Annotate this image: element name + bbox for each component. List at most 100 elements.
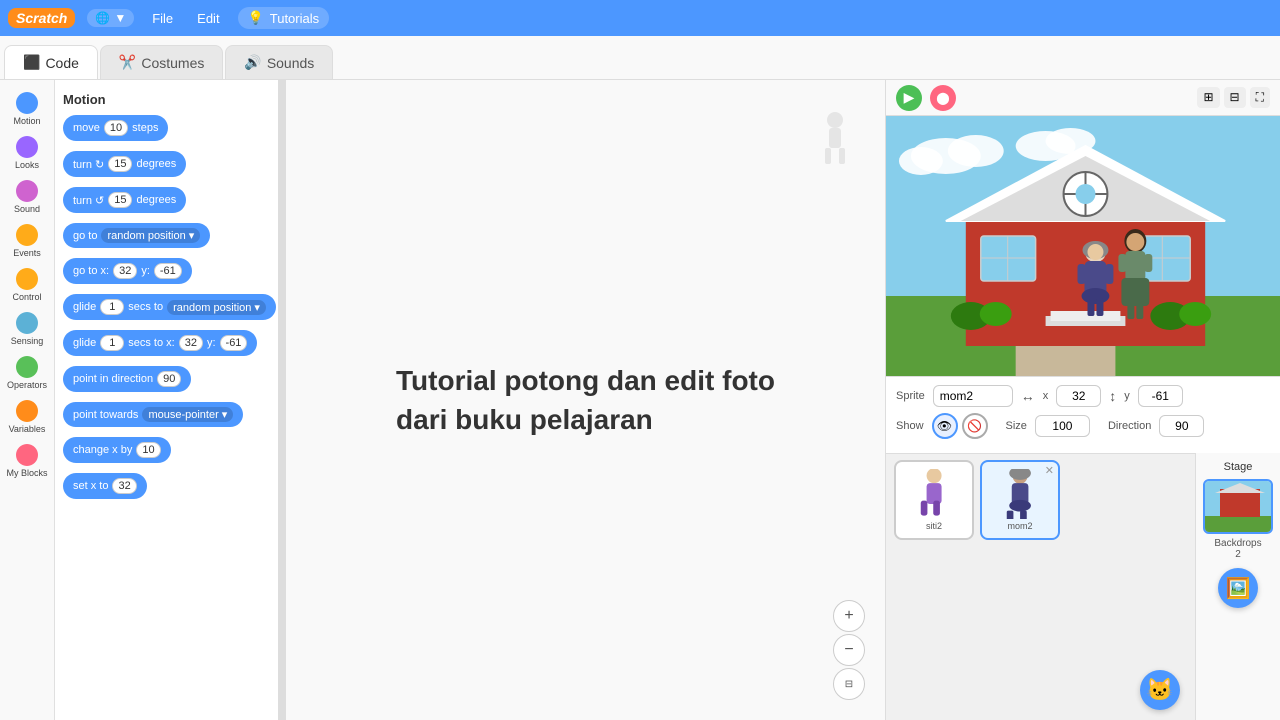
myblocks-label: My Blocks bbox=[6, 468, 47, 478]
tutorial-text: Tutorial potong dan edit foto dari buku … bbox=[376, 341, 795, 459]
block-set-x-value[interactable]: 32 bbox=[112, 478, 136, 494]
block-change-x-value[interactable]: 10 bbox=[136, 442, 160, 458]
script-area[interactable]: Tutorial potong dan edit foto dari buku … bbox=[286, 80, 885, 720]
block-glide-secs[interactable]: 1 bbox=[100, 299, 124, 315]
block-goto-x[interactable]: 32 bbox=[113, 263, 137, 279]
scratch-logo: Scratch bbox=[8, 8, 75, 28]
block-move-value[interactable]: 10 bbox=[104, 120, 128, 136]
x-input[interactable] bbox=[1056, 385, 1101, 407]
zoom-out-button[interactable]: − bbox=[833, 634, 865, 666]
block-point-direction[interactable]: point in direction 90 bbox=[63, 366, 191, 392]
size-label: Size bbox=[1006, 420, 1027, 432]
blocks-panel: Motion move 10 steps turn ↻ 15 degrees t… bbox=[55, 80, 280, 720]
stop-button[interactable]: ⬤ bbox=[930, 85, 956, 111]
small-stage-button[interactable]: ⊞ bbox=[1197, 87, 1219, 108]
y-input[interactable] bbox=[1138, 385, 1183, 407]
block-goto-xy[interactable]: go to x: 32 y: -61 bbox=[63, 258, 192, 284]
sidebar-item-control[interactable]: Control bbox=[1, 264, 53, 306]
sidebar-item-myblocks[interactable]: My Blocks bbox=[1, 440, 53, 482]
direction-input[interactable] bbox=[1159, 415, 1204, 437]
control-circle bbox=[16, 268, 38, 290]
sprite-name-siti2: siti2 bbox=[926, 521, 942, 531]
show-hidden-button[interactable]: 🚫 bbox=[962, 413, 988, 439]
show-visible-button[interactable]: 👁 bbox=[932, 413, 958, 439]
block-change-x[interactable]: change x by 10 bbox=[63, 437, 171, 463]
tab-code[interactable]: ⬛ Code bbox=[4, 45, 98, 79]
stage-preview bbox=[886, 116, 1280, 376]
sidebar-item-operators[interactable]: Operators bbox=[1, 352, 53, 394]
block-row-change-x: change x by 10 bbox=[63, 437, 270, 468]
add-sprite-icon: 🐱 bbox=[1146, 677, 1173, 703]
block-set-x[interactable]: set x to 32 bbox=[63, 473, 147, 499]
file-menu[interactable]: File bbox=[146, 9, 179, 28]
sound-label: Sound bbox=[14, 204, 40, 214]
zoom-fit-button[interactable]: ⊟ bbox=[833, 668, 865, 700]
tab-costumes[interactable]: ✂️ Costumes bbox=[100, 45, 223, 79]
myblocks-circle bbox=[16, 444, 38, 466]
backdrops-label: Backdrops bbox=[1214, 538, 1261, 549]
sidebar-item-variables[interactable]: Variables bbox=[1, 396, 53, 438]
control-label: Control bbox=[12, 292, 41, 302]
backdrop-thumbnail[interactable] bbox=[1203, 479, 1273, 534]
block-glide-random[interactable]: glide 1 secs to random position ▾ bbox=[63, 294, 276, 320]
tutorials-button[interactable]: 💡 Tutorials bbox=[238, 7, 330, 29]
block-goto-dropdown[interactable]: random position ▾ bbox=[101, 228, 200, 243]
block-glide-x[interactable]: 32 bbox=[179, 335, 203, 351]
add-sprite-button[interactable]: 🐱 bbox=[1140, 670, 1180, 710]
green-flag-button[interactable]: ▶ bbox=[896, 85, 922, 111]
block-goto-y[interactable]: -61 bbox=[154, 263, 182, 279]
sidebar-item-events[interactable]: Events bbox=[1, 220, 53, 262]
tutorial-line2: dari buku pelajaran bbox=[396, 400, 775, 439]
sprite-close-button[interactable]: ✕ bbox=[1045, 464, 1054, 477]
block-row-glide-random: glide 1 secs to random position ▾ bbox=[63, 294, 270, 325]
variables-label: Variables bbox=[9, 424, 46, 434]
edit-menu[interactable]: Edit bbox=[191, 9, 225, 28]
block-glide-xy[interactable]: glide 1 secs to x: 32 y: -61 bbox=[63, 330, 257, 356]
sprite-info-row-2: Show 👁 🚫 Size Direction bbox=[896, 413, 1270, 439]
sidebar-item-sound[interactable]: Sound bbox=[1, 176, 53, 218]
y-arrow-icon: ↕ bbox=[1109, 388, 1116, 404]
sprite-name-label: Sprite bbox=[896, 390, 925, 402]
block-goto-random[interactable]: go to random position ▾ bbox=[63, 223, 210, 248]
block-turn-cw[interactable]: turn ↻ 15 degrees bbox=[63, 151, 186, 177]
sound-circle bbox=[16, 180, 38, 202]
sprite-thumb-siti2[interactable]: siti2 bbox=[894, 460, 974, 540]
stage-area: ▶ ⬤ ⊞ ⊟ ⛶ bbox=[885, 80, 1280, 720]
fullscreen-button[interactable]: ⛶ bbox=[1250, 87, 1270, 108]
block-turn-ccw-value[interactable]: 15 bbox=[108, 192, 132, 208]
block-towards-dropdown[interactable]: mouse-pointer ▾ bbox=[142, 407, 233, 422]
code-tab-icon: ⬛ bbox=[23, 54, 40, 71]
globe-button[interactable]: 🌐 ▼ bbox=[87, 9, 134, 27]
block-glide-xy-secs[interactable]: 1 bbox=[100, 335, 124, 351]
tutorials-icon: 💡 bbox=[248, 10, 264, 26]
full-stage-button[interactable]: ⊟ bbox=[1224, 87, 1246, 108]
motion-circle bbox=[16, 92, 38, 114]
sprite-thumb-mom2[interactable]: ✕ mom2 bbox=[980, 460, 1060, 540]
block-glide-dropdown[interactable]: random position ▾ bbox=[167, 300, 266, 315]
categories-sidebar: Motion Looks Sound Events Control Sensin… bbox=[0, 80, 55, 720]
size-input[interactable] bbox=[1035, 415, 1090, 437]
sprite-ghost bbox=[815, 110, 855, 170]
sounds-tab-icon: 🔊 bbox=[244, 54, 261, 71]
sprite-name-input[interactable] bbox=[933, 385, 1013, 407]
block-glide-y[interactable]: -61 bbox=[220, 335, 248, 351]
globe-icon: 🌐 bbox=[95, 11, 110, 25]
sidebar-item-looks[interactable]: Looks bbox=[1, 132, 53, 174]
add-backdrop-button[interactable]: 🖼️ bbox=[1218, 568, 1258, 608]
tab-sounds[interactable]: 🔊 Sounds bbox=[225, 45, 333, 79]
sidebar-item-motion[interactable]: Motion bbox=[1, 88, 53, 130]
block-turn-ccw[interactable]: turn ↺ 15 degrees bbox=[63, 187, 186, 213]
zoom-in-button[interactable]: + bbox=[833, 600, 865, 632]
block-point-towards[interactable]: point towards mouse-pointer ▾ bbox=[63, 402, 243, 427]
sidebar-item-sensing[interactable]: Sensing bbox=[1, 308, 53, 350]
code-tab-label: Code bbox=[45, 55, 78, 71]
block-row-move: move 10 steps bbox=[63, 115, 270, 146]
stage-label: Stage bbox=[1224, 461, 1253, 473]
block-turn-cw-value[interactable]: 15 bbox=[108, 156, 132, 172]
show-buttons: 👁 🚫 bbox=[932, 413, 988, 439]
block-move[interactable]: move 10 steps bbox=[63, 115, 168, 141]
block-direction-value[interactable]: 90 bbox=[157, 371, 181, 387]
costumes-tab-label: Costumes bbox=[141, 55, 204, 71]
block-row-turn-cw: turn ↻ 15 degrees bbox=[63, 151, 270, 182]
costumes-tab-icon: ✂️ bbox=[119, 54, 136, 71]
